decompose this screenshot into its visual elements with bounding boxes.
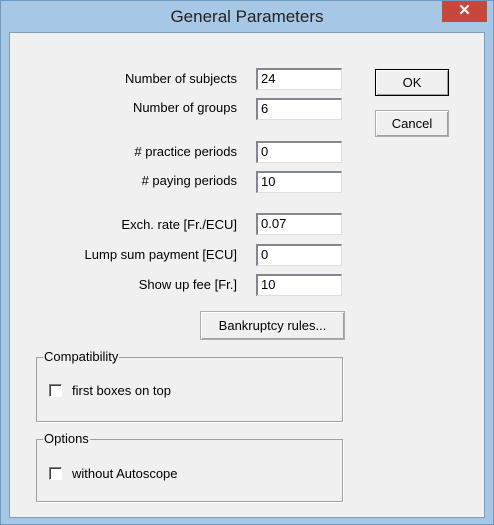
exchange-rate-input[interactable]: 0.07 bbox=[256, 213, 342, 235]
ok-button[interactable]: OK bbox=[375, 69, 449, 96]
label-number-of-subjects: Number of subjects bbox=[125, 71, 237, 86]
ok-button-label: OK bbox=[402, 75, 422, 90]
first-boxes-on-top-label: first boxes on top bbox=[72, 383, 171, 398]
compatibility-group: Compatibility first boxes on top bbox=[36, 349, 343, 422]
label-number-of-groups: Number of groups bbox=[132, 100, 237, 115]
paying-periods-input[interactable]: 10 bbox=[256, 171, 342, 193]
close-button[interactable]: ✕ bbox=[442, 1, 487, 22]
without-autoscope-checkbox[interactable] bbox=[49, 467, 62, 480]
number-of-subjects-input[interactable]: 24 bbox=[256, 68, 342, 90]
first-boxes-on-top-option[interactable]: first boxes on top bbox=[49, 383, 171, 398]
dialog-client-area: Number of subjects 24 Number of groups 6… bbox=[9, 32, 485, 518]
without-autoscope-label: without Autoscope bbox=[72, 466, 178, 481]
title-bar[interactable]: General Parameters ✕ bbox=[1, 1, 493, 31]
label-practice-periods: # practice periods bbox=[134, 144, 237, 159]
label-lump-sum-payment: Lump sum payment [ECU] bbox=[84, 247, 237, 262]
show-up-fee-input[interactable]: 10 bbox=[256, 274, 342, 296]
lump-sum-payment-input[interactable]: 0 bbox=[256, 244, 342, 266]
compatibility-legend: Compatibility bbox=[43, 349, 120, 365]
cancel-button[interactable]: Cancel bbox=[375, 110, 449, 137]
options-legend: Options bbox=[43, 431, 90, 447]
label-paying-periods: # paying periods bbox=[141, 173, 237, 188]
dialog-window: General Parameters ✕ Number of subjects … bbox=[0, 0, 494, 525]
bankruptcy-rules-button[interactable]: Bankruptcy rules... bbox=[200, 311, 345, 340]
without-autoscope-option[interactable]: without Autoscope bbox=[49, 466, 178, 481]
close-icon: ✕ bbox=[458, 2, 471, 19]
bankruptcy-rules-button-label: Bankruptcy rules... bbox=[218, 318, 327, 333]
cancel-button-label: Cancel bbox=[391, 116, 433, 131]
label-exchange-rate: Exch. rate [Fr./ECU] bbox=[121, 217, 237, 232]
first-boxes-on-top-checkbox[interactable] bbox=[49, 384, 62, 397]
practice-periods-input[interactable]: 0 bbox=[256, 141, 342, 163]
number-of-groups-input[interactable]: 6 bbox=[256, 98, 342, 120]
window-title: General Parameters bbox=[170, 7, 324, 26]
options-group: Options without Autoscope bbox=[36, 431, 343, 502]
label-show-up-fee: Show up fee [Fr.] bbox=[138, 277, 237, 292]
